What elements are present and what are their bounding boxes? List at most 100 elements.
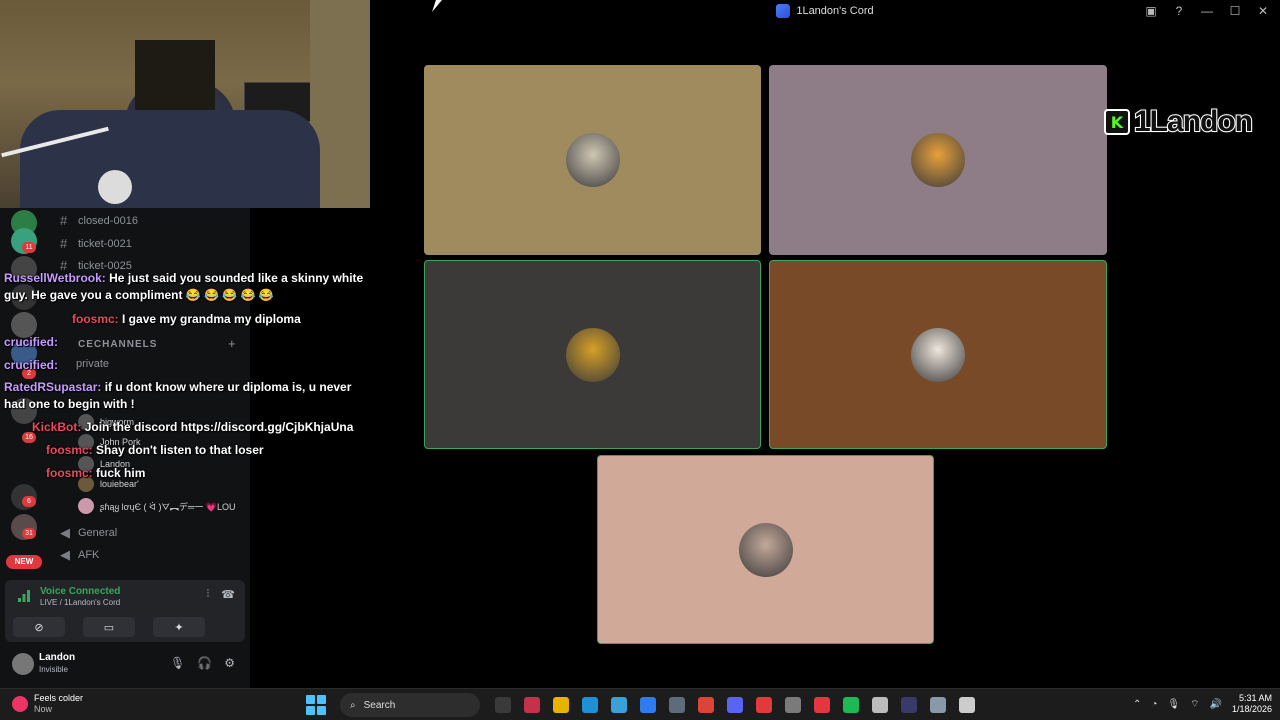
voice-user-name: louiebear' bbox=[100, 479, 139, 489]
taskbar-apps: ⌕ Search bbox=[306, 693, 981, 717]
participant-tile[interactable] bbox=[597, 455, 934, 644]
gear-icon[interactable]: ⚙ bbox=[224, 656, 235, 670]
activities-button[interactable]: ✦ bbox=[153, 617, 205, 637]
user-panel: Landon Invisible 🎙 🎧 ⚙ bbox=[5, 648, 245, 682]
channel-label: AFK bbox=[78, 549, 100, 561]
microphone-icon[interactable]: 🎙 bbox=[170, 656, 185, 670]
chat-message: RatedRSupastar: if u dont know where ur … bbox=[4, 379, 364, 413]
app-icon bbox=[668, 697, 685, 713]
voice-status[interactable]: Voice Connected bbox=[40, 586, 120, 597]
taskbar-app-icon[interactable] bbox=[517, 693, 546, 717]
chevron-up-icon[interactable]: ⌃ bbox=[1133, 699, 1141, 710]
participant-avatar bbox=[738, 522, 793, 577]
taskbar-app-icon[interactable] bbox=[575, 693, 604, 717]
chat-message: foosmc: Shay don't listen to that loser bbox=[4, 443, 264, 457]
taskbar-app-icon[interactable] bbox=[749, 693, 778, 717]
taskbar-app-icon[interactable] bbox=[836, 693, 865, 717]
taskbar-app-icon[interactable] bbox=[778, 693, 807, 717]
taskbar-app-icon[interactable] bbox=[807, 693, 836, 717]
chat-username: crucified: bbox=[4, 358, 59, 372]
taskbar-app-icon[interactable] bbox=[923, 693, 952, 717]
disconnect-icon[interactable]: ☎ bbox=[221, 588, 235, 601]
weather-widget[interactable]: Feels colder Now bbox=[12, 693, 83, 715]
chat-username: KickBot: bbox=[32, 420, 82, 434]
streamer-name: 1Landon bbox=[1133, 104, 1254, 139]
participant-avatar bbox=[565, 133, 620, 187]
chat-username: RussellWetbrook: bbox=[4, 271, 106, 285]
taskbar-app-icon[interactable] bbox=[604, 693, 633, 717]
user-name[interactable]: Landon bbox=[39, 652, 75, 663]
voice-channel-private[interactable]: private bbox=[76, 358, 109, 370]
app-icon bbox=[639, 697, 656, 713]
taskbar-app-icon[interactable] bbox=[720, 693, 749, 717]
voice-user[interactable]: ʂɦąყ ƖơųЄ ( ᐛ )ᗊ︻デ═一 💗LOU bbox=[78, 498, 236, 514]
participant-tile[interactable] bbox=[769, 65, 1107, 255]
inbox-icon[interactable]: ▣ bbox=[1140, 2, 1162, 20]
participant-avatar bbox=[911, 327, 965, 382]
taskbar-app-icon[interactable] bbox=[546, 693, 575, 717]
new-badge[interactable]: NEW bbox=[6, 555, 42, 569]
start-button[interactable] bbox=[306, 695, 326, 715]
channel-ticket-0021[interactable]: # ticket-0021 bbox=[60, 236, 132, 251]
taskbar-app-icon[interactable] bbox=[865, 693, 894, 717]
chat-message: crucified: bbox=[4, 358, 58, 372]
taskbar-app-icon[interactable] bbox=[691, 693, 720, 717]
channel-label: ticket-0021 bbox=[78, 237, 132, 250]
chat-text: I gave my grandma my diploma bbox=[122, 312, 301, 326]
server-badge: 31 bbox=[22, 528, 36, 539]
app-icon bbox=[929, 697, 946, 713]
server-badge: 6 bbox=[22, 496, 36, 507]
chat-message: foosmc: I gave my grandma my diploma bbox=[4, 312, 301, 326]
participant-tile[interactable] bbox=[424, 260, 761, 449]
app-icon bbox=[871, 697, 888, 713]
activities-icon: ✦ bbox=[174, 621, 184, 634]
voice-channel-afk[interactable]: ◀ AFK bbox=[60, 547, 99, 563]
minimize-button[interactable]: — bbox=[1196, 2, 1218, 20]
taskbar-app-icon[interactable] bbox=[633, 693, 662, 717]
streamer-name-overlay: K 1Landon bbox=[1104, 104, 1254, 139]
maximize-button[interactable]: ☐ bbox=[1224, 2, 1246, 20]
help-icon[interactable]: ? bbox=[1168, 2, 1190, 20]
microphone-tray-icon[interactable]: 🎙 bbox=[1167, 699, 1180, 710]
discord-app-icon bbox=[776, 4, 791, 18]
headphones-icon[interactable]: 🎧 bbox=[197, 656, 212, 670]
camera-off-button[interactable]: ⊘ bbox=[13, 617, 65, 637]
voice-channel-general[interactable]: ◀ General bbox=[60, 525, 117, 541]
network-icon[interactable]: ◔ bbox=[1151, 699, 1157, 710]
screen-share-icon: ▭ bbox=[103, 621, 115, 634]
app-icon bbox=[697, 697, 714, 713]
taskbar-app-icon[interactable] bbox=[662, 693, 691, 717]
voice-location[interactable]: LIVE / 1Landon's Cord bbox=[40, 598, 120, 607]
avatar[interactable] bbox=[12, 653, 34, 675]
chat-username: foosmc: bbox=[72, 312, 119, 326]
app-icon bbox=[842, 697, 859, 713]
channel-closed-0016[interactable]: # closed-0016 bbox=[60, 213, 138, 228]
taskbar-search[interactable]: ⌕ Search bbox=[340, 693, 480, 717]
voice-connection-panel: Voice Connected LIVE / 1Landon's Cord ⫶ … bbox=[5, 580, 245, 642]
taskbar-app-icon[interactable] bbox=[894, 693, 923, 717]
category-header[interactable]: CECHANNELS bbox=[78, 339, 157, 350]
chat-username: foosmc: bbox=[46, 466, 93, 480]
chat-message: RussellWetbrook: He just said you sounde… bbox=[4, 270, 364, 304]
weather-title: Feels colder bbox=[34, 693, 84, 703]
taskbar-app-icon[interactable] bbox=[952, 693, 981, 717]
volume-icon[interactable]: 🔊 bbox=[1210, 699, 1222, 710]
wifi-icon[interactable]: ⌔ bbox=[1190, 698, 1199, 711]
noise-suppression-icon[interactable]: ⫶ bbox=[207, 588, 210, 601]
clock-time: 5:31 AM bbox=[1238, 693, 1272, 703]
chat-message: KickBot: Join the discord https://discor… bbox=[4, 420, 353, 434]
clock[interactable]: 5:31 AM 1/18/2026 bbox=[1232, 693, 1272, 715]
webcam-couch bbox=[20, 110, 320, 208]
screen: 1Landon's Cord ▣ ? — ☐ ✕ 11 2 16 6 31 NE… bbox=[0, 0, 1280, 720]
screen-share-button[interactable]: ▭ bbox=[83, 617, 135, 637]
close-button[interactable]: ✕ bbox=[1252, 2, 1274, 20]
signal-icon[interactable] bbox=[17, 589, 31, 603]
participant-tile[interactable] bbox=[424, 65, 761, 255]
weather-sub: Now bbox=[34, 704, 53, 714]
participant-tile[interactable] bbox=[769, 260, 1107, 449]
taskbar-app-icon[interactable] bbox=[488, 693, 517, 717]
kick-logo-icon: K bbox=[1104, 109, 1130, 135]
app-icon bbox=[610, 697, 627, 713]
chat-username: RatedRSupastar: bbox=[4, 380, 102, 394]
add-channel-icon[interactable]: + bbox=[228, 336, 236, 351]
